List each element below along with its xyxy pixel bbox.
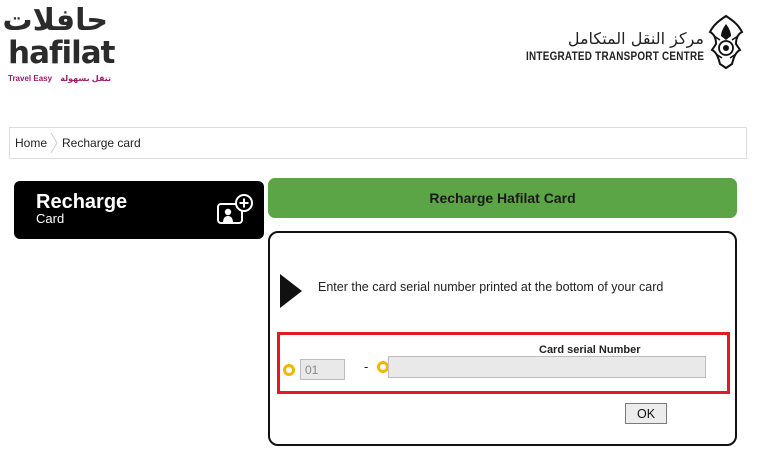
instruction-text: Enter the card serial number printed at … [318, 280, 664, 294]
serial-prefix-field [300, 359, 345, 380]
recharge-form-panel: Enter the card serial number printed at … [268, 231, 737, 446]
agency-logo[interactable]: مركز النقل المتكامل INTEGRATED TRANSPORT… [497, 29, 704, 64]
chevron-right-icon [50, 132, 58, 154]
ok-button[interactable]: OK [625, 403, 667, 424]
bullet-icon [283, 364, 295, 376]
recharge-subtitle: Card [36, 211, 65, 226]
recharge-title: Recharge [36, 191, 128, 213]
agency-english-name: INTEGRATED TRANSPORT CENTRE [525, 51, 704, 63]
logo-arabic-text: حافلات [2, 3, 108, 38]
recharge-heading: Recharge Hafilat Card [268, 178, 737, 218]
serial-separator: - [364, 359, 369, 374]
breadcrumb-home-link[interactable]: Home [15, 136, 47, 150]
card-add-icon [217, 194, 253, 224]
breadcrumb: Home Recharge card [9, 127, 747, 159]
card-serial-input[interactable] [388, 356, 706, 378]
falcon-emblem-icon [708, 14, 744, 70]
card-serial-label: Card serial Number [539, 344, 641, 356]
logo-tagline: Travel Easy تنقل بسهولة [8, 74, 111, 83]
logo-name: hafilat [8, 35, 115, 71]
hafilat-logo[interactable]: حافلات hafilat Travel Easy تنقل بسهولة [2, 3, 116, 86]
agency-arabic-name: مركز النقل المتكامل [567, 29, 704, 48]
breadcrumb-current: Recharge card [62, 136, 141, 150]
card-serial-group: Card serial Number - [277, 332, 730, 394]
play-arrow-icon [280, 274, 302, 308]
recharge-heading-text: Recharge Hafilat Card [429, 190, 576, 206]
recharge-card-menu-item[interactable]: Recharge Card [14, 181, 264, 239]
logo-tagline-en: Travel Easy [8, 74, 53, 83]
logo-tagline-ar: تنقل بسهولة [60, 74, 111, 83]
